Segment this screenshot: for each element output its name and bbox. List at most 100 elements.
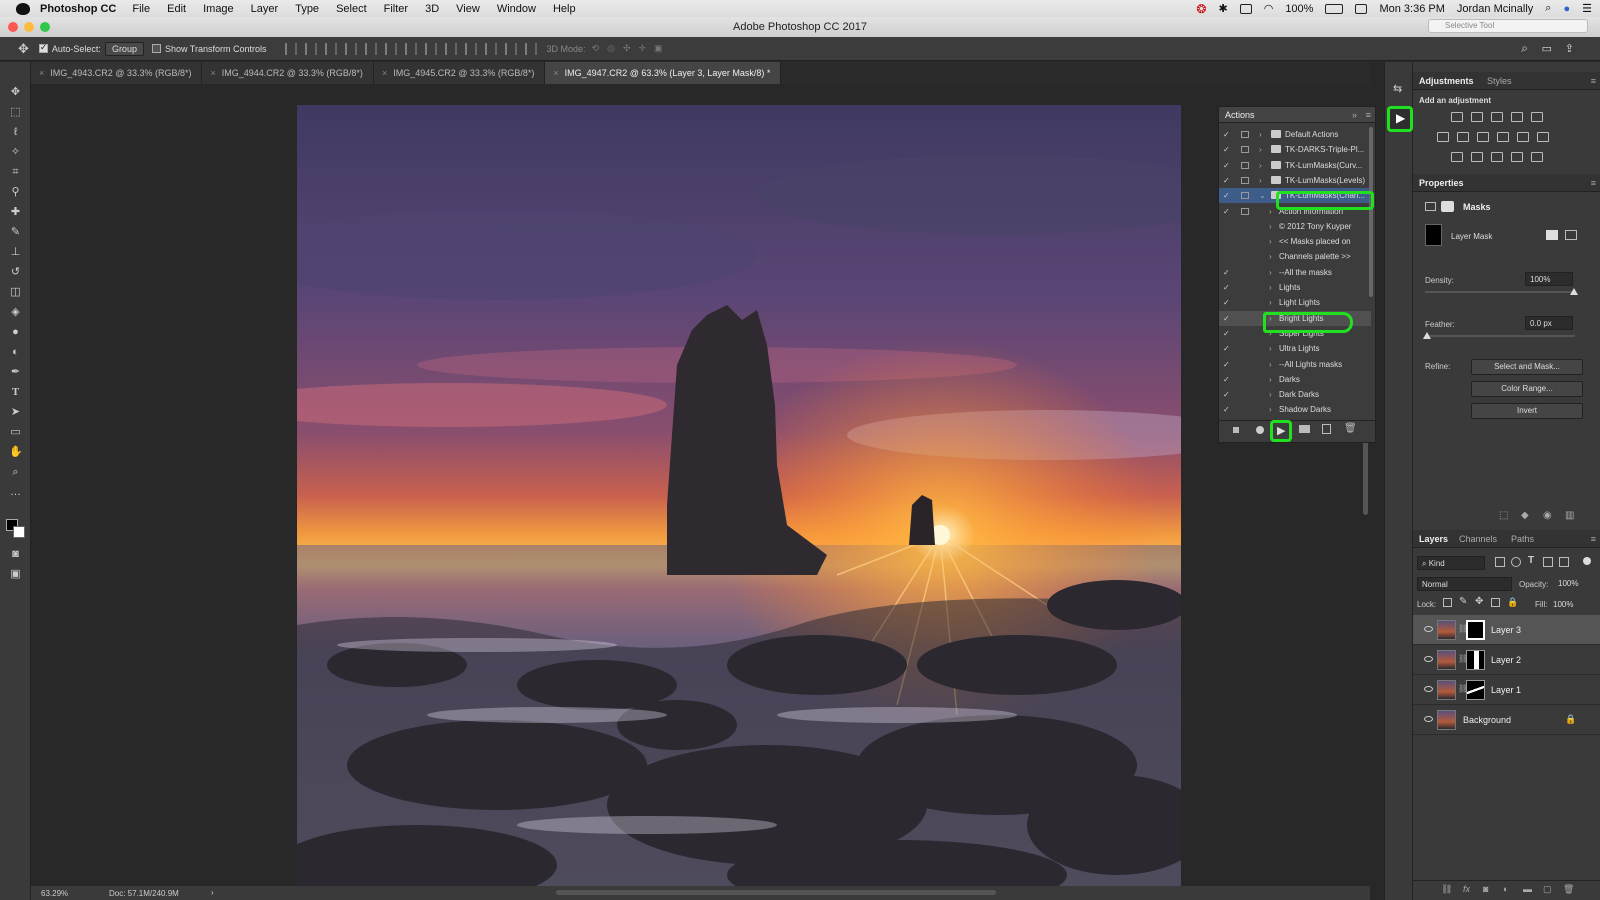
load-selection-icon[interactable]: ⬚ [1499,510,1508,521]
density-slider-thumb[interactable] [1570,288,1578,295]
document-tab-active[interactable]: × IMG_4947.CR2 @ 63.3% (Layer 3, Layer Ma… [545,62,782,84]
list-icon[interactable]: ☰ [1582,2,1592,15]
toggle-item-check-icon[interactable]: ✓ [1223,265,1230,280]
filter-pixel-icon[interactable] [1495,557,1505,567]
lock-paint-icon[interactable]: ✎ [1459,596,1467,607]
quick-mask-icon[interactable]: ◙ [9,548,22,561]
add-pixel-mask-icon[interactable] [1546,230,1558,240]
feather-field[interactable]: 0.0 px [1525,316,1573,330]
filter-toggle-icon[interactable] [1583,557,1591,565]
close-tab-icon[interactable]: × [553,68,558,78]
menu-3d[interactable]: 3D [425,3,439,15]
chevron-right-icon[interactable]: › [1259,158,1262,173]
action-row[interactable]: ✓ › Lights [1219,280,1371,295]
density-slider[interactable] [1425,291,1575,293]
dialog-toggle-icon[interactable] [1241,192,1249,200]
path-selection-tool-icon[interactable]: ➤ [9,406,22,419]
toggle-item-check-icon[interactable]: ✓ [1223,372,1230,387]
dialog-toggle-icon[interactable] [1241,131,1249,138]
distribute-top-icon[interactable] [404,42,417,55]
menu-select[interactable]: Select [336,3,367,15]
photo-sunset-seastack[interactable] [297,105,1181,886]
vibrance-icon[interactable] [1531,112,1543,122]
toggle-item-check-icon[interactable]: ✓ [1223,188,1230,203]
action-set-row[interactable]: ✓ › TK-LumMasks(Levels) [1219,173,1371,188]
toggle-item-check-icon[interactable]: ✓ [1223,158,1230,173]
chevron-right-icon[interactable]: › [1269,341,1272,356]
distribute-bottom-icon[interactable] [444,42,457,55]
toggle-item-check-icon[interactable]: ✓ [1223,295,1230,310]
background-color-swatch[interactable] [13,526,25,538]
brightness-contrast-icon[interactable] [1451,112,1463,122]
collapse-icon[interactable]: » [1352,107,1357,123]
battery-icon[interactable] [1325,3,1344,14]
play-action-button[interactable]: ▶ [1387,106,1413,132]
menu-filter[interactable]: Filter [384,3,408,15]
zoom-level[interactable]: 63.29% [41,889,68,898]
align-right-icon[interactable] [384,42,397,55]
chevron-down-icon[interactable]: ⌄ [1259,188,1266,203]
move-tool-icon[interactable]: ✥ [18,41,29,57]
toggle-item-check-icon[interactable]: ✓ [1223,142,1230,157]
document-canvas[interactable] [31,84,1370,886]
hand-tool-icon[interactable]: ✋ [9,446,23,459]
chevron-right-icon[interactable]: › [1269,249,1272,264]
lock-transparent-icon[interactable] [1443,598,1452,607]
layer-row-background[interactable]: Background 🔒 [1413,705,1600,735]
auto-select-checkbox[interactable] [38,42,48,53]
layer-mask-thumbnail[interactable] [1466,620,1485,640]
menu-window[interactable]: Window [497,3,536,15]
action-set-row[interactable]: ✓ › TK-LumMasks(Curv... [1219,158,1371,173]
layer-row-layer-2[interactable]: ⛓ Layer 2 [1413,645,1600,675]
menu-edit[interactable]: Edit [167,3,186,15]
chevron-right-icon[interactable]: › [1269,204,1272,219]
chevron-right-icon[interactable]: › [1259,142,1262,157]
layer-name[interactable]: Layer 3 [1491,615,1521,645]
actions-panel-icon[interactable]: ⇆ [1393,82,1402,95]
filter-shape-icon[interactable] [1543,557,1553,567]
toggle-item-check-icon[interactable]: ✓ [1223,326,1230,341]
action-row[interactable]: › << Masks placed on [1219,234,1371,249]
close-tab-icon[interactable]: × [382,68,387,78]
curves-icon[interactable] [1491,112,1503,122]
fill-field[interactable]: 100% [1553,600,1573,609]
gradient-map-icon[interactable] [1531,152,1543,162]
dodge-tool-icon[interactable]: ◐ [9,346,22,359]
selective-color-icon[interactable] [1511,152,1523,162]
user-name[interactable]: Jordan Mcinally [1457,3,1533,15]
lock-artboard-icon[interactable] [1491,598,1500,607]
minimize-window-button[interactable] [24,22,34,32]
threshold-icon[interactable] [1491,152,1503,162]
exposure-icon[interactable] [1511,112,1523,122]
menu-view[interactable]: View [456,3,480,15]
distribute-left-icon[interactable] [464,42,477,55]
distribute-right-icon[interactable] [504,42,517,55]
action-set-row[interactable]: ✓ › TK-DARKS-Triple-Pl... [1219,142,1371,157]
feather-slider-thumb[interactable] [1423,332,1431,339]
chevron-right-icon[interactable]: › [1269,295,1272,310]
action-row[interactable]: › © 2012 Tony Kuyper [1219,219,1371,234]
record-icon[interactable] [1256,426,1264,434]
document-tab[interactable]: × IMG_4945.CR2 @ 33.3% (RGB/8*) [373,62,546,84]
distribute-hcenter-icon[interactable] [484,42,497,55]
layer-mask-thumbnail[interactable] [1466,680,1485,700]
new-layer-icon[interactable]: ▢ [1543,884,1552,895]
document-tab[interactable]: × IMG_4943.CR2 @ 33.3% (RGB/8*) [31,62,203,84]
align-vcenter-icon[interactable] [304,42,317,55]
history-brush-tool-icon[interactable]: ↺ [9,266,22,279]
hue-saturation-icon[interactable] [1437,132,1449,142]
menu-type[interactable]: Type [295,3,319,15]
blur-tool-icon[interactable]: ● [9,326,22,339]
calendar-icon[interactable] [1355,3,1368,14]
tab-channels[interactable]: Channels [1459,530,1497,548]
color-range-button[interactable]: Color Range... [1471,381,1583,397]
type-tool-icon[interactable]: T [9,386,22,399]
align-left-icon[interactable] [344,42,357,55]
properties-title[interactable]: Properties [1419,174,1464,192]
visibility-eye-icon[interactable] [1424,686,1433,692]
more-tools-icon[interactable]: … [9,486,22,499]
select-and-mask-button[interactable]: Select and Mask... [1471,359,1583,375]
chevron-right-icon[interactable]: › [1259,173,1262,188]
crop-tool-icon[interactable]: ⌗ [9,166,22,179]
visibility-icon[interactable]: ◉ [1543,510,1552,521]
